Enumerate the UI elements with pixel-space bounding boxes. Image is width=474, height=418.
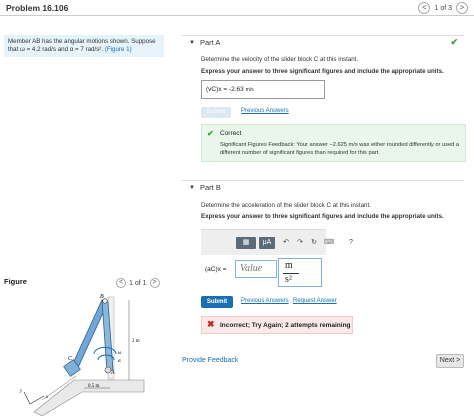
part-b-previous-answers-link[interactable]: Previous Answers: [241, 298, 289, 304]
reset-icon[interactable]: ↻: [309, 237, 319, 249]
help-icon[interactable]: ?: [346, 237, 356, 249]
correct-title: Correct: [220, 130, 242, 137]
incorrect-message: Incorrect; Try Again; 2 attempts remaini…: [220, 322, 351, 329]
part-a-header[interactable]: ▼ Part A ✔: [182, 35, 464, 49]
label-a: A: [110, 370, 115, 376]
part-a-previous-answers-link[interactable]: Previous Answers: [241, 108, 289, 114]
keyboard-icon[interactable]: ⌨: [324, 237, 334, 249]
figure-link[interactable]: (Figure 1): [105, 46, 132, 53]
incorrect-feedback-box: ✖ Incorrect; Try Again; 2 attempts remai…: [201, 316, 353, 334]
label-alpha: α: [118, 359, 121, 364]
label-05m: 0.5 m: [88, 384, 100, 389]
prev-problem-button[interactable]: <: [418, 2, 431, 14]
correct-check-icon: ✔: [207, 129, 214, 138]
mechanism-figure: B C A ω α 2 m 0.5 m x y: [19, 294, 145, 416]
next-figure-button[interactable]: >: [149, 278, 160, 288]
collapse-triangle-icon: ▼: [189, 40, 195, 46]
prev-figure-button[interactable]: <: [116, 278, 126, 288]
statement-line-2: that ω = 4.2 rad/s and α = 7 rad/s². (Fi…: [8, 46, 160, 54]
member-ab: [69, 299, 109, 373]
checkmark-icon: ✔: [450, 37, 458, 47]
label-omega: ω: [118, 351, 122, 356]
part-b-question: Determine the acceleration of the slider…: [201, 202, 371, 209]
y-axis: [23, 391, 31, 405]
part-b-title: Part B: [200, 183, 221, 192]
unit-numerator: m: [285, 260, 293, 271]
label-b: B: [100, 294, 104, 300]
part-b-instruction: Express your answer to three significant…: [201, 213, 444, 220]
sig-fig-feedback: Significant Figures Feedback: Your answe…: [220, 142, 460, 156]
redo-icon[interactable]: ↷: [295, 237, 305, 249]
part-a-submit-button: Submit: [201, 107, 231, 118]
mu-a-button[interactable]: μA: [259, 237, 275, 249]
figure-pager: < 1 of 1 >: [116, 278, 160, 288]
part-a-answer-value: -2.63: [228, 86, 244, 93]
statement-line-1: Member AB has the angular motions shown.…: [8, 38, 156, 45]
part-b-header[interactable]: ▼ Part B: [182, 180, 464, 194]
part-a-instruction: Express your answer to three significant…: [201, 68, 444, 75]
correct-feedback-box: ✔ Correct Significant Figures Feedback: …: [201, 124, 466, 162]
label-2m: 2 m: [132, 339, 140, 344]
part-a-answer-unit: m/s: [245, 87, 254, 93]
top-bar: Problem 16.106 < 1 of 3 >: [0, 0, 474, 16]
figure-page-indicator: 1 of 1: [129, 279, 147, 287]
part-b-units-input[interactable]: m s²: [278, 258, 322, 287]
part-b-answer-label: (aC)x =: [205, 266, 227, 273]
next-problem-button[interactable]: >: [456, 2, 468, 14]
next-button[interactable]: Next >: [436, 354, 464, 368]
templates-button[interactable]: ▦: [236, 237, 256, 249]
part-a-answer-label: (vC)x =: [206, 86, 228, 93]
problem-title: Problem 16.106: [6, 3, 69, 13]
x-axis: [29, 395, 45, 405]
part-b-submit-button[interactable]: Submit: [201, 296, 233, 308]
part-a-answer-box: (vC)x = -2.63 m/s: [201, 80, 325, 99]
label-y: y: [19, 389, 23, 394]
problem-pager: < 1 of 3 >: [418, 2, 468, 14]
part-a-title: Part A: [200, 38, 221, 47]
problem-page-indicator: 1 of 3: [434, 4, 452, 12]
unit-denominator: s²: [285, 274, 292, 285]
math-toolbar: ▦ μA ↶ ↷ ↻ ⌨ ?: [201, 229, 353, 255]
part-a-question: Determine the velocity of the slider blo…: [201, 56, 359, 63]
incorrect-x-icon: ✖: [207, 319, 215, 329]
figure-heading: Figure: [4, 277, 27, 286]
request-answer-link[interactable]: Request Answer: [293, 298, 337, 304]
problem-statement: Member AB has the angular motions shown.…: [4, 35, 164, 57]
provide-feedback-link[interactable]: Provide Feedback: [182, 357, 238, 364]
collapse-triangle-icon: ▼: [189, 185, 195, 191]
statement-values: that ω = 4.2 rad/s and α = 7 rad/s².: [8, 46, 105, 53]
undo-icon[interactable]: ↶: [281, 237, 291, 249]
part-b-value-input[interactable]: Value: [235, 260, 277, 278]
